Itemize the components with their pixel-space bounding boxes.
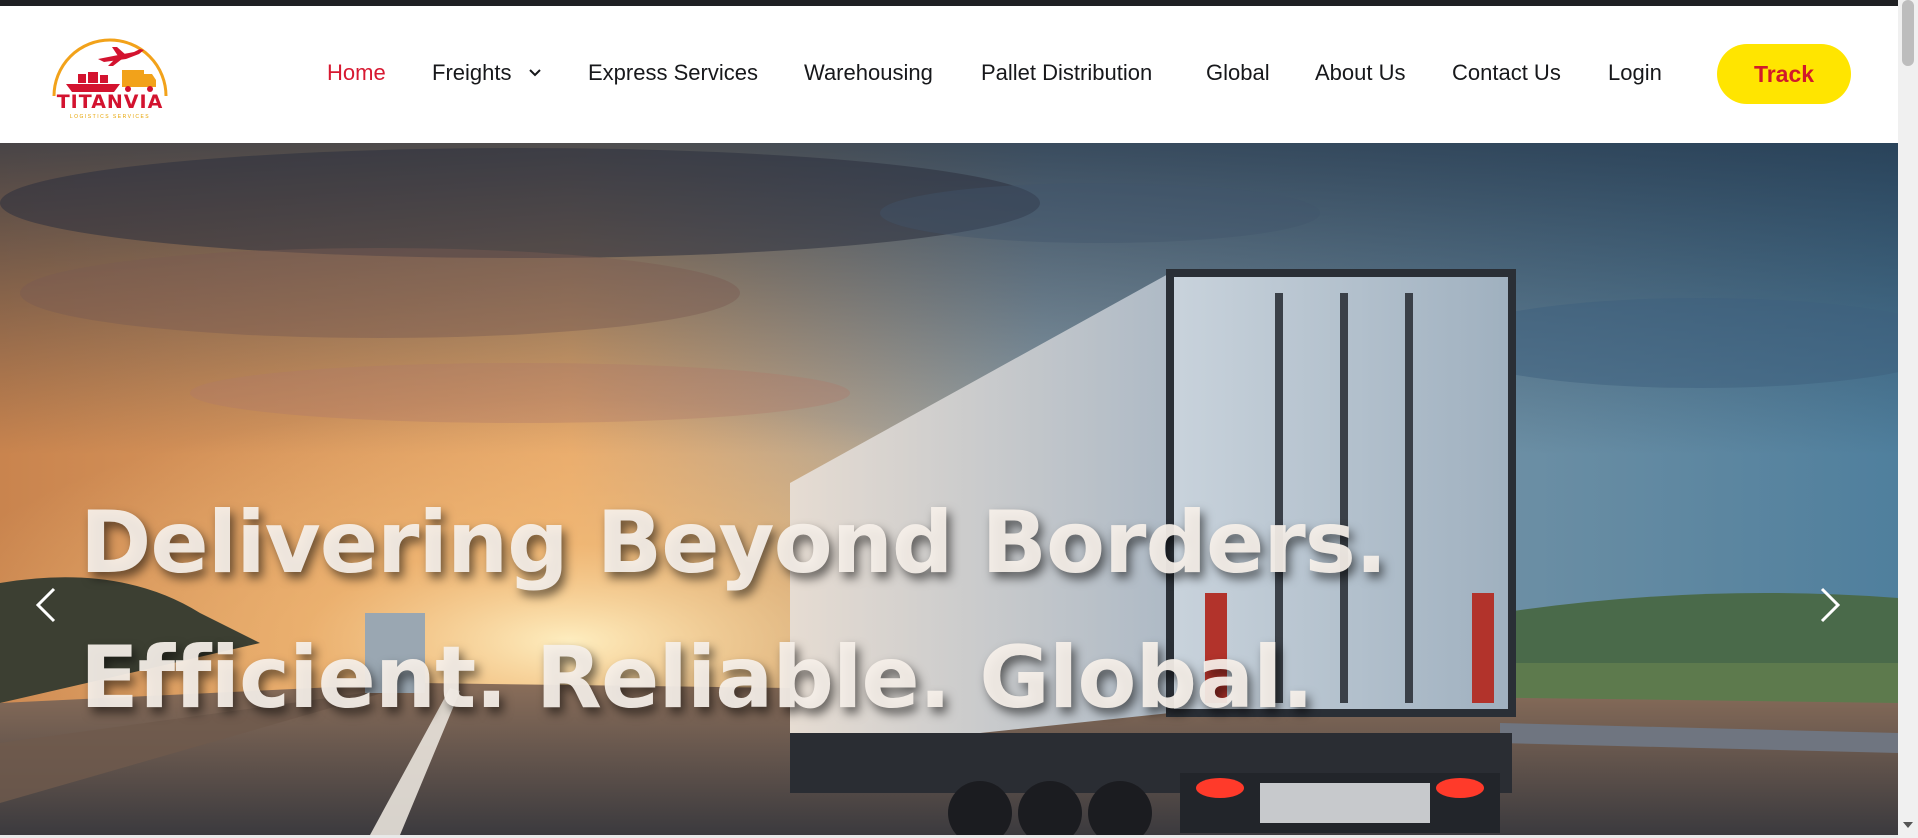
hero-slider: Delivering Beyond Borders. Efficient. Re…	[0, 143, 1898, 835]
airplane-icon	[98, 47, 144, 66]
chevron-left-icon[interactable]	[34, 585, 58, 625]
scrollbar-thumb[interactable]	[1902, 0, 1914, 66]
brand-tagline: LOGISTICS SERVICES	[69, 114, 151, 120]
chevron-down-icon[interactable]	[528, 68, 542, 78]
hero-headline-2: Efficient. Reliable. Global.	[80, 628, 1314, 728]
brand-name: TITANVIA	[56, 91, 164, 113]
nav-login[interactable]: Login	[1608, 61, 1662, 85]
chevron-right-icon[interactable]	[1818, 585, 1842, 625]
vertical-scrollbar[interactable]	[1898, 0, 1918, 838]
nav-pallet-distribution[interactable]: Pallet Distribution	[981, 61, 1152, 85]
track-button[interactable]: Track	[1717, 44, 1851, 104]
nav-freights[interactable]: Freights	[432, 61, 511, 85]
nav-about-us[interactable]: About Us	[1315, 61, 1406, 85]
scroll-down-icon[interactable]	[1901, 818, 1915, 832]
hero-background-image	[0, 143, 1898, 835]
ship-icon	[66, 72, 120, 92]
truck-icon	[122, 70, 156, 92]
nav-home[interactable]: Home	[327, 61, 386, 85]
hero-headline-1: Delivering Beyond Borders.	[80, 493, 1388, 593]
nav-contact-us[interactable]: Contact Us	[1452, 61, 1561, 85]
nav-express-services[interactable]: Express Services	[588, 61, 758, 85]
nav-global[interactable]: Global	[1206, 61, 1270, 85]
nav-warehousing[interactable]: Warehousing	[804, 61, 933, 85]
brand-logo[interactable]: TITANVIA LOGISTICS SERVICES	[48, 32, 172, 124]
